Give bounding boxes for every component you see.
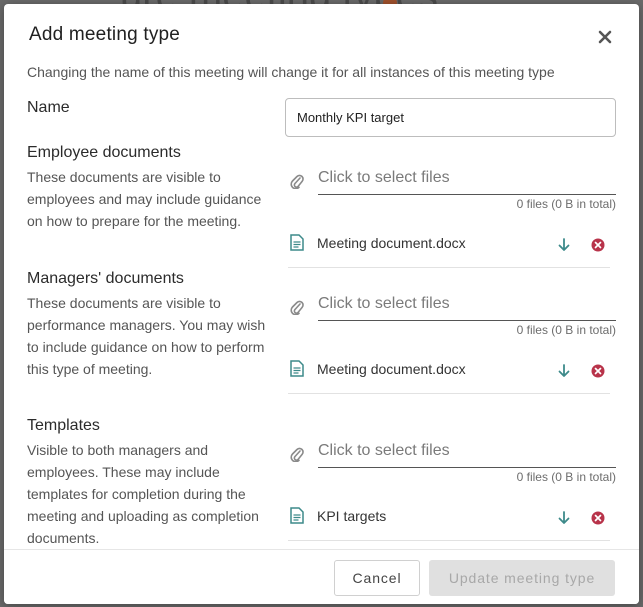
- meeting-name-input[interactable]: [285, 98, 616, 137]
- managers-documents-description: These documents are visible to performan…: [27, 295, 266, 377]
- templates-file-row: KPI targets: [288, 505, 610, 541]
- document-icon: [290, 234, 304, 251]
- managers-documents-file-picker[interactable]: Click to select files: [288, 291, 616, 321]
- name-label: Name: [27, 99, 70, 116]
- paperclip-icon: [290, 300, 304, 315]
- close-icon: [598, 30, 612, 44]
- document-icon: [290, 507, 304, 524]
- templates-description: Visible to both managers and employees. …: [27, 442, 259, 546]
- file-picker-placeholder: Click to select files: [318, 295, 450, 312]
- employee-documents-label: Employee documents: [27, 144, 181, 161]
- download-arrow-icon[interactable]: [556, 237, 572, 253]
- employee-documents-description: These documents are visible to employees…: [27, 169, 262, 229]
- file-picker-underline: [318, 194, 616, 195]
- update-meeting-type-button[interactable]: Update meeting type: [429, 560, 615, 596]
- remove-circle-icon[interactable]: [591, 511, 605, 525]
- document-icon: [290, 360, 304, 377]
- templates-label: Templates: [27, 417, 100, 434]
- dialog-title: Add meeting type: [29, 24, 181, 45]
- dialog-subtitle: Changing the name of this meeting will c…: [27, 64, 555, 80]
- managers-documents-file-count: 0 files (0 B in total): [516, 323, 616, 337]
- add-meeting-type-dialog: Add meeting type Changing the name of th…: [4, 4, 639, 604]
- employee-documents-file-row: Meeting document.docx: [288, 232, 610, 268]
- remove-circle-icon[interactable]: [591, 364, 605, 378]
- file-picker-underline: [318, 467, 616, 468]
- file-picker-underline: [318, 320, 616, 321]
- managers-documents-file-row: Meeting document.docx: [288, 358, 610, 394]
- file-name: Meeting document.docx: [317, 235, 466, 251]
- remove-circle-icon[interactable]: [591, 238, 605, 252]
- templates-file-picker[interactable]: Click to select files: [288, 438, 616, 468]
- employee-documents-file-picker[interactable]: Click to select files: [288, 165, 616, 195]
- download-arrow-icon[interactable]: [556, 510, 572, 526]
- templates-file-count: 0 files (0 B in total): [516, 470, 616, 484]
- file-picker-placeholder: Click to select files: [318, 442, 450, 459]
- paperclip-icon: [290, 447, 304, 462]
- paperclip-icon: [290, 174, 304, 189]
- managers-documents-label: Managers' documents: [27, 270, 184, 287]
- close-button[interactable]: [594, 26, 616, 48]
- file-name: Meeting document.docx: [317, 361, 466, 377]
- download-arrow-icon[interactable]: [556, 363, 572, 379]
- dialog-footer: Cancel Update meeting type: [4, 549, 639, 604]
- employee-documents-file-count: 0 files (0 B in total): [516, 197, 616, 211]
- file-name: KPI targets: [317, 508, 387, 524]
- file-picker-placeholder: Click to select files: [318, 169, 450, 186]
- cancel-button[interactable]: Cancel: [334, 560, 420, 596]
